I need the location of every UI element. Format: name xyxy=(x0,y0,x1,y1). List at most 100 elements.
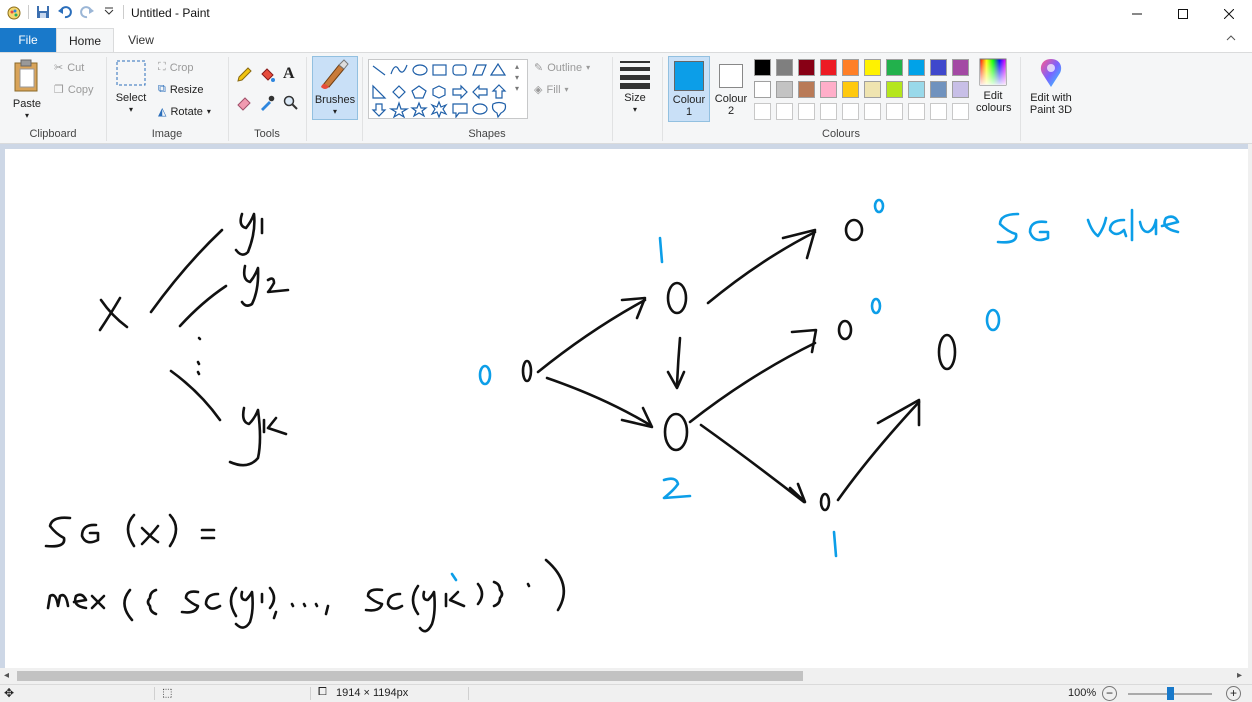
separator xyxy=(306,57,307,141)
custom-colour-slot[interactable] xyxy=(952,103,969,120)
scroll-left-arrow-icon[interactable]: ◂ xyxy=(4,670,9,681)
save-icon[interactable] xyxy=(35,4,51,20)
select-label: Select xyxy=(115,92,147,104)
edit-with-paint-3d-button[interactable]: Edit with Paint 3D xyxy=(1024,57,1078,116)
drawing-canvas[interactable] xyxy=(5,149,1248,668)
horizontal-scrollbar[interactable]: ◂ ▸ xyxy=(0,668,1252,684)
palette-swatch[interactable] xyxy=(798,59,815,76)
edit-colours-label: Edit colours xyxy=(976,90,1012,114)
rotate-label: Rotate xyxy=(170,105,203,118)
palette-swatch[interactable] xyxy=(798,81,815,98)
shapes-scroll[interactable]: ▴ ▾ ▾ xyxy=(515,61,519,94)
copy-button[interactable]: ❐ Copy xyxy=(54,83,94,97)
colour-2-swatch xyxy=(719,64,743,88)
resize-icon: ⧉ xyxy=(158,83,166,95)
custom-colour-slot[interactable] xyxy=(864,103,881,120)
paste-button[interactable]: Paste ▾ xyxy=(8,57,46,122)
undo-icon[interactable] xyxy=(57,4,73,20)
resize-button[interactable]: ⧉ Resize xyxy=(158,83,203,96)
palette-swatch[interactable] xyxy=(864,59,881,76)
ribbon: Paste ▾ ✂ Cut ❐ Copy Clipboard Select ▾ ⛶ C… xyxy=(0,52,1252,144)
custom-colour-slot[interactable] xyxy=(754,103,771,120)
image-group-label: Image xyxy=(151,128,183,140)
zoom-level: 100% xyxy=(1068,687,1097,699)
colour-2-label: Colour 2 xyxy=(714,93,748,117)
canvas-size-icon: ⧠ xyxy=(318,686,327,698)
eraser-icon[interactable] xyxy=(236,95,252,111)
fill-button[interactable]: ◈ Fill ▾ xyxy=(534,83,569,97)
custom-colour-slot[interactable] xyxy=(908,103,925,120)
palette-swatch[interactable] xyxy=(754,59,771,76)
fill-icon: ◈ xyxy=(534,84,543,96)
crop-button[interactable]: ⛶ Crop xyxy=(158,61,194,74)
copy-icon: ❐ xyxy=(54,84,64,96)
colour-1-button[interactable]: Colour 1 xyxy=(668,56,710,122)
palette-swatch[interactable] xyxy=(908,81,925,98)
collapse-ribbon-icon[interactable] xyxy=(1226,33,1236,45)
colours-group-label: Colours xyxy=(822,128,860,140)
minimize-button[interactable] xyxy=(1114,0,1160,28)
edit-3d-label: Edit with Paint 3D xyxy=(1029,92,1073,116)
custom-colour-slot[interactable] xyxy=(820,103,837,120)
palette-swatch[interactable] xyxy=(930,59,947,76)
clipboard-group-label: Clipboard xyxy=(29,128,77,140)
close-button[interactable] xyxy=(1206,0,1252,28)
brushes-button[interactable]: Brushes ▾ xyxy=(312,56,358,120)
palette-swatch[interactable] xyxy=(952,59,969,76)
custom-colour-slot[interactable] xyxy=(842,103,859,120)
palette-swatch[interactable] xyxy=(754,81,771,98)
scroll-right-arrow-icon[interactable]: ▸ xyxy=(1237,670,1242,681)
edit-colours-button[interactable]: Edit colours xyxy=(974,57,1012,114)
palette-swatch[interactable] xyxy=(864,81,881,98)
vertical-scrollbar[interactable] xyxy=(1248,144,1252,668)
maximize-button[interactable] xyxy=(1160,0,1206,28)
custom-colour-slot[interactable] xyxy=(886,103,903,120)
custom-colour-slot[interactable] xyxy=(776,103,793,120)
text-tool-icon[interactable]: A xyxy=(283,65,295,83)
shapes-gallery-icons xyxy=(371,62,507,119)
select-button[interactable]: Select ▾ xyxy=(112,59,150,116)
palette-swatch[interactable] xyxy=(842,81,859,98)
palette-swatch[interactable] xyxy=(820,81,837,98)
size-button[interactable]: Size ▾ xyxy=(616,59,654,116)
redo-icon[interactable] xyxy=(79,4,95,20)
brush-icon xyxy=(321,59,349,89)
palette-swatch[interactable] xyxy=(908,59,925,76)
pencil-icon[interactable] xyxy=(236,67,252,83)
zoom-in-button[interactable]: + xyxy=(1226,686,1241,701)
colour-picker-icon[interactable] xyxy=(259,95,275,111)
status-bar: ✥ ⬚ ⧠ 1914 × 1194px 100% − + xyxy=(0,684,1252,702)
title-bar: Untitled - Paint xyxy=(0,0,1252,28)
palette-swatch[interactable] xyxy=(776,59,793,76)
outline-icon: ✎ xyxy=(534,62,544,74)
palette-swatch[interactable] xyxy=(842,59,859,76)
zoom-slider-thumb[interactable] xyxy=(1167,687,1174,700)
palette-swatch[interactable] xyxy=(820,59,837,76)
tab-file[interactable]: File xyxy=(0,28,56,52)
custom-colour-slot[interactable] xyxy=(930,103,947,120)
rotate-button[interactable]: ◭ Rotate ▾ xyxy=(158,105,211,119)
cut-button[interactable]: ✂ Cut xyxy=(54,61,85,75)
quick-access-toolbar xyxy=(6,4,124,20)
shapes-gallery[interactable] xyxy=(368,59,528,119)
cut-label: Cut xyxy=(67,61,85,74)
customize-toolbar-chevron-icon[interactable] xyxy=(101,4,117,20)
palette-swatch[interactable] xyxy=(776,81,793,98)
palette-swatch[interactable] xyxy=(886,59,903,76)
size-lines-icon xyxy=(620,61,650,89)
horizontal-scroll-thumb[interactable] xyxy=(17,671,803,681)
palette-swatch[interactable] xyxy=(930,81,947,98)
custom-colour-slot[interactable] xyxy=(798,103,815,120)
colour-2-button[interactable]: Colour 2 xyxy=(711,56,751,122)
palette-swatch[interactable] xyxy=(952,81,969,98)
magnifier-icon[interactable] xyxy=(283,95,299,111)
palette-swatch[interactable] xyxy=(886,81,903,98)
outline-button[interactable]: ✎ Outline ▾ xyxy=(534,61,590,75)
tab-view[interactable]: View xyxy=(114,28,168,52)
tab-home[interactable]: Home xyxy=(56,28,114,53)
fill-bucket-icon[interactable] xyxy=(259,67,275,83)
paint-app-icon[interactable] xyxy=(6,4,22,20)
zoom-out-button[interactable]: − xyxy=(1102,686,1117,701)
shapes-group-label: Shapes xyxy=(468,128,506,140)
size-label: Size xyxy=(624,92,646,104)
